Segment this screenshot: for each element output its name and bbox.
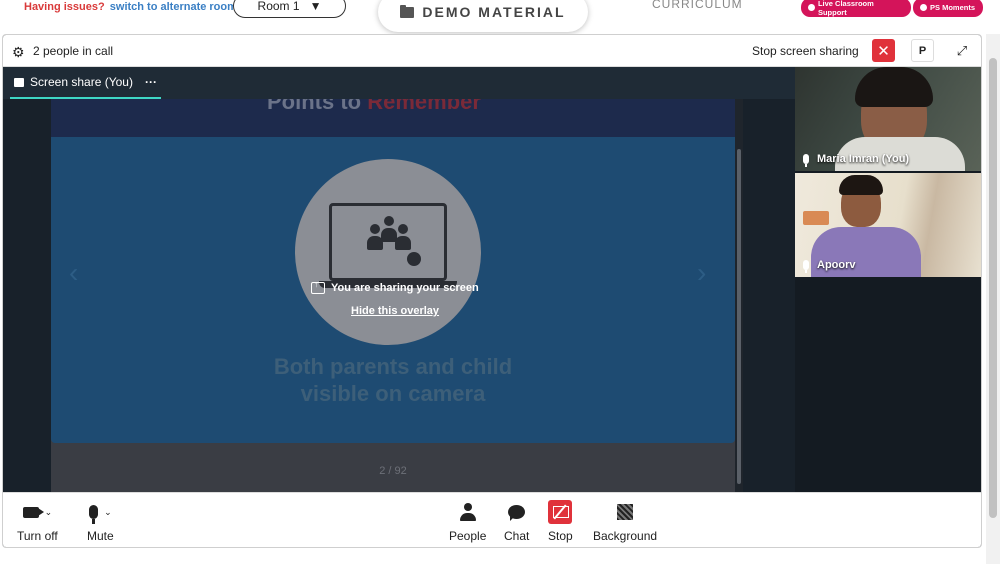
people-button[interactable]: People	[449, 501, 486, 543]
issues-text: Having issues?	[24, 1, 105, 13]
sharing-overlay-circle	[295, 159, 481, 345]
support-icon	[808, 4, 815, 11]
participant-tile[interactable]: Apoorv	[795, 173, 981, 277]
chevron-down-icon[interactable]: ⌄	[45, 507, 53, 518]
call-header: ⚙ 2 people in call Stop screen sharing ✕…	[3, 35, 981, 67]
sharing-message: You are sharing your screen	[311, 279, 479, 294]
screen-share-view: Points to Remember ‹ › ↑ You are sharing…	[3, 99, 795, 492]
slide-heading: Points to Remember	[267, 99, 481, 115]
live-support-label: Live Classroom Support	[817, 0, 874, 17]
participant-label: Apoorv	[795, 253, 981, 277]
live-support-button[interactable]: Live Classroom Support	[801, 0, 911, 17]
curriculum-tab[interactable]: CURRICULUM	[652, 0, 743, 11]
chat-label: Chat	[504, 529, 530, 543]
slide-heading-bar: Points to Remember	[51, 99, 735, 137]
slide-scrollbar-thumb[interactable]	[737, 149, 741, 484]
participant-name: Maria Imran (You)	[817, 153, 910, 165]
ps-moments-label: PS Moments	[930, 3, 976, 12]
more-options-icon[interactable]: ···	[145, 75, 157, 89]
mute-button[interactable]: ⌄ Mute	[87, 501, 114, 543]
stop-share-button[interactable]: Stop	[548, 500, 573, 543]
room-select[interactable]: Room 1 ▼	[233, 0, 346, 18]
slide-body: ‹ › ↑ You are sharing your screen Hide t…	[51, 137, 735, 443]
chat-button[interactable]: Chat	[504, 501, 529, 543]
laptop-icon	[329, 203, 447, 281]
caption-line-1: Both parents and child	[273, 354, 513, 379]
folder-icon	[400, 4, 415, 18]
gear-icon[interactable]: ⚙	[12, 44, 25, 61]
camera-icon	[22, 506, 44, 518]
people-label: People	[449, 529, 487, 543]
caption-line-2: visible on camera	[300, 381, 486, 406]
slide-page-number: 2 / 92	[379, 465, 407, 477]
stop-label: Stop	[548, 529, 573, 543]
chevron-down-icon[interactable]: ⌄	[104, 507, 112, 518]
expand-icon: ⤢	[956, 43, 968, 58]
page-scrollbar-thumb[interactable]	[989, 58, 997, 518]
mic-icon	[803, 260, 809, 273]
issues-notice: Having issues? switch to alternate room	[24, 1, 237, 13]
people-count: 2 people in call	[33, 44, 114, 58]
mic-icon	[803, 154, 809, 167]
participant-video	[803, 211, 829, 225]
camera-button[interactable]: ⌄ Turn off	[17, 501, 58, 543]
participant-label: Maria Imran (You)	[795, 147, 981, 171]
pip-button[interactable]: P	[911, 39, 934, 62]
moments-icon	[920, 4, 927, 11]
people-icon	[459, 503, 476, 521]
slide-caption: Both parents and child visible on camera	[51, 353, 735, 407]
prev-slide-icon[interactable]: ‹	[69, 257, 78, 289]
alternate-room-link[interactable]: switch to alternate room	[110, 1, 237, 13]
demo-material-button[interactable]: DEMO MATERIAL	[378, 0, 588, 32]
tab-label: Screen share (You)	[30, 75, 133, 89]
chevron-down-icon: ▼	[309, 0, 322, 13]
check-icon	[407, 252, 421, 266]
slide-frame: Points to Remember ‹ › ↑ You are sharing…	[51, 99, 739, 492]
participant-tile[interactable]: Maria Imran (You)	[795, 67, 981, 171]
stop-sharing-button[interactable]: ✕	[872, 39, 895, 62]
room-select-value: Room 1	[257, 0, 300, 13]
screen-share-icon	[14, 77, 24, 87]
close-icon: ✕	[877, 42, 890, 60]
group-icon	[367, 216, 421, 266]
participants-panel: Maria Imran (You) Apoorv	[795, 67, 981, 492]
stop-share-icon	[548, 500, 573, 524]
site-header: Having issues? switch to alternate room …	[0, 0, 1000, 34]
hide-overlay-link[interactable]: Hide this overlay	[351, 305, 439, 317]
stop-sharing-label: Stop screen sharing	[752, 44, 859, 58]
chat-icon	[508, 505, 526, 521]
ps-moments-button[interactable]: PS Moments	[913, 0, 983, 17]
slide-heading-text: Points to	[267, 99, 368, 114]
participant-name: Apoorv	[817, 259, 856, 271]
background-icon	[617, 504, 634, 520]
tab-bar: Screen share (You) ···	[3, 67, 795, 99]
microphone-icon	[89, 505, 99, 524]
mute-label: Mute	[87, 529, 114, 543]
background-button[interactable]: Background	[593, 501, 657, 543]
slide-heading-highlight: Remember	[367, 99, 481, 114]
demo-material-label: DEMO MATERIAL	[422, 4, 566, 20]
tab-screen-share[interactable]: Screen share (You) ···	[10, 67, 161, 99]
share-screen-icon	[311, 279, 325, 294]
camera-label: Turn off	[17, 529, 58, 543]
call-window: ⚙ 2 people in call Stop screen sharing ✕…	[2, 34, 982, 548]
call-toolbar: ⌄ Turn off ⌄ Mute People Chat Stop Backg…	[3, 492, 981, 547]
background-label: Background	[593, 529, 658, 543]
sharing-message-text: You are sharing your screen	[331, 282, 479, 294]
next-slide-icon[interactable]: ›	[697, 257, 706, 289]
fullscreen-button[interactable]: ⤢	[951, 40, 973, 62]
